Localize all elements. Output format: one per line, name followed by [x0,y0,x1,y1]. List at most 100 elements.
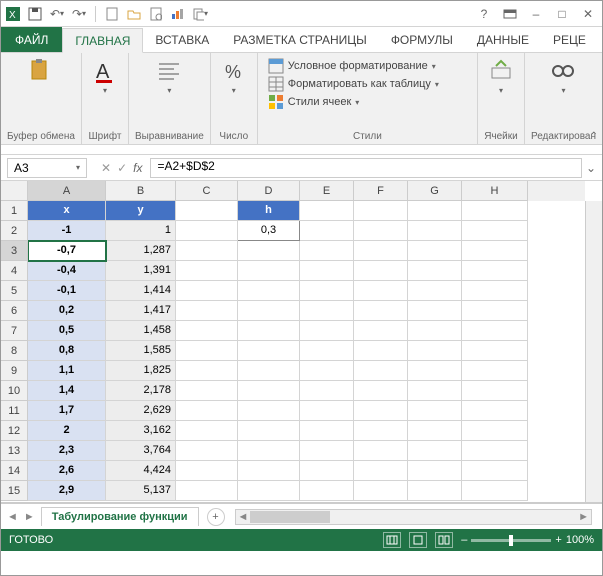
cell-H10[interactable] [462,381,528,401]
ribbon-options-button[interactable] [500,4,520,24]
cell-H8[interactable] [462,341,528,361]
row-header-9[interactable]: 9 [1,361,28,381]
paste-special-icon[interactable]: ▾ [192,6,208,22]
cell-E13[interactable] [300,441,354,461]
cell-G14[interactable] [408,461,462,481]
cell-H12[interactable] [462,421,528,441]
cell-A2[interactable]: -1 [28,221,106,241]
row-header-12[interactable]: 12 [1,421,28,441]
vertical-scrollbar[interactable] [585,201,602,502]
zoom-slider[interactable] [471,539,551,542]
cell-B14[interactable]: 4,424 [106,461,176,481]
cell-A13[interactable]: 2,3 [28,441,106,461]
cell-C14[interactable] [176,461,238,481]
maximize-button[interactable]: □ [552,4,572,24]
row-header-13[interactable]: 13 [1,441,28,461]
cell-B2[interactable]: 1 [106,221,176,241]
cell-G3[interactable] [408,241,462,261]
cancel-formula-icon[interactable]: ✕ [101,161,111,175]
tab-layout[interactable]: РАЗМЕТКА СТРАНИЦЫ [221,27,379,52]
cell-E5[interactable] [300,281,354,301]
cell-G4[interactable] [408,261,462,281]
tab-review[interactable]: РЕЦЕ [541,27,598,52]
cell-E10[interactable] [300,381,354,401]
cell-G1[interactable] [408,201,462,221]
sheet-tab[interactable]: Табулирование функции [41,507,199,526]
cell-C9[interactable] [176,361,238,381]
cell-A4[interactable]: -0,4 [28,261,106,281]
conditional-formatting-button[interactable]: Условное форматирование▾ [268,58,467,74]
cell-F3[interactable] [354,241,408,261]
fx-icon[interactable]: fx [133,161,142,175]
cell-D14[interactable] [238,461,300,481]
zoom-control[interactable]: – + 100% [461,534,594,546]
cell-E15[interactable] [300,481,354,501]
cell-C12[interactable] [176,421,238,441]
cell-F13[interactable] [354,441,408,461]
cell-B1[interactable]: y [106,201,176,221]
cell-D13[interactable] [238,441,300,461]
cell-B3[interactable]: 1,287 [106,241,176,261]
cell-D5[interactable] [238,281,300,301]
help-button[interactable]: ? [474,4,494,24]
name-box[interactable]: A3▾ [7,158,87,178]
cell-A1[interactable]: x [28,201,106,221]
tab-data[interactable]: ДАННЫЕ [465,27,541,52]
cell-D3[interactable] [238,241,300,261]
col-header-A[interactable]: A [28,181,106,201]
cell-F2[interactable] [354,221,408,241]
cell-B8[interactable]: 1,585 [106,341,176,361]
cell-E2[interactable] [300,221,354,241]
row-header-6[interactable]: 6 [1,301,28,321]
cell-G9[interactable] [408,361,462,381]
cell-G6[interactable] [408,301,462,321]
add-sheet-button[interactable]: + [207,508,225,526]
cell-B11[interactable]: 2,629 [106,401,176,421]
cell-H6[interactable] [462,301,528,321]
row-header-5[interactable]: 5 [1,281,28,301]
find-button[interactable]: ▾ [531,56,596,97]
select-all-corner[interactable] [1,181,28,201]
chart-icon[interactable] [170,6,186,22]
cell-G11[interactable] [408,401,462,421]
normal-view-button[interactable] [383,532,401,548]
cell-A8[interactable]: 0,8 [28,341,106,361]
cell-A14[interactable]: 2,6 [28,461,106,481]
cell-C8[interactable] [176,341,238,361]
paste-button[interactable] [7,56,75,86]
cell-B10[interactable]: 2,178 [106,381,176,401]
tab-formulas[interactable]: ФОРМУЛЫ [379,27,465,52]
tab-file[interactable]: ФАЙЛ [1,27,62,52]
cell-F6[interactable] [354,301,408,321]
cell-E4[interactable] [300,261,354,281]
cell-F1[interactable] [354,201,408,221]
row-header-11[interactable]: 11 [1,401,28,421]
open-icon[interactable] [126,6,142,22]
col-header-E[interactable]: E [300,181,354,201]
row-header-8[interactable]: 8 [1,341,28,361]
cell-A7[interactable]: 0,5 [28,321,106,341]
col-header-C[interactable]: C [176,181,238,201]
row-header-14[interactable]: 14 [1,461,28,481]
expand-formula-icon[interactable]: ⌄ [586,161,596,175]
cell-E9[interactable] [300,361,354,381]
cell-G5[interactable] [408,281,462,301]
cell-H4[interactable] [462,261,528,281]
cell-F10[interactable] [354,381,408,401]
cells-area[interactable]: xyh-110,3-0,71,287-0,41,391-0,11,4140,21… [28,201,585,502]
page-break-view-button[interactable] [435,532,453,548]
cell-C1[interactable] [176,201,238,221]
cells-button[interactable]: ▾ [484,56,518,97]
save-icon[interactable] [27,6,43,22]
row-header-15[interactable]: 15 [1,481,28,501]
cell-D6[interactable] [238,301,300,321]
cell-C2[interactable] [176,221,238,241]
enter-formula-icon[interactable]: ✓ [117,161,127,175]
cell-D11[interactable] [238,401,300,421]
cell-A5[interactable]: -0,1 [28,281,106,301]
cell-E1[interactable] [300,201,354,221]
cell-styles-button[interactable]: Стили ячеек▾ [268,94,467,110]
cell-E11[interactable] [300,401,354,421]
cell-H7[interactable] [462,321,528,341]
col-header-B[interactable]: B [106,181,176,201]
